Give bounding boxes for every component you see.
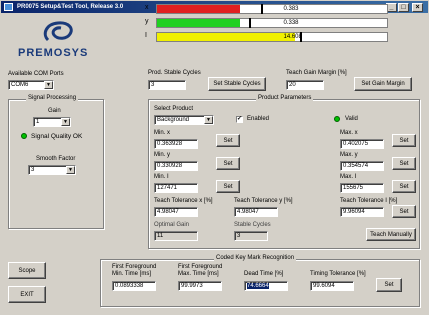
prod-stable-label: Prod. Stable Cycles bbox=[148, 70, 201, 76]
max-y-label: Max. y bbox=[340, 152, 358, 158]
gain-label: Gain bbox=[48, 108, 61, 114]
dead-time-label: Dead Time [%] bbox=[244, 271, 284, 277]
gain-select[interactable]: 1 ▼ bbox=[33, 117, 71, 127]
timing-tolerance-input[interactable]: 99.6094 bbox=[310, 281, 354, 291]
teach-manually-button[interactable]: Teach Manually bbox=[366, 228, 416, 241]
signal-quality-led-icon bbox=[21, 133, 27, 139]
bar-y-fill bbox=[157, 19, 240, 27]
signal-quality-text: Signal Quality OK bbox=[31, 133, 83, 140]
teach-gain-label: Teach Gain Margin [%] bbox=[286, 70, 347, 76]
stable-cycles-label: Stable Cycles bbox=[234, 222, 271, 228]
set-min-y-button[interactable]: Set bbox=[216, 157, 240, 170]
bar-x-marker bbox=[260, 4, 263, 14]
smooth-factor-label: Smooth Factor bbox=[36, 156, 76, 162]
window-title: PR0075 Setup&Test Tool, Release 3.0 bbox=[17, 4, 124, 10]
tol-x-input[interactable]: 4.98047 bbox=[154, 207, 198, 217]
bar-y-marker bbox=[249, 18, 251, 28]
chevron-down-icon[interactable]: ▼ bbox=[66, 166, 75, 174]
first-fg-max-label: First Foreground bbox=[178, 264, 223, 270]
first-fg-max-input[interactable]: 99.9973 bbox=[178, 281, 222, 291]
max-y-input[interactable]: 0.354574 bbox=[340, 161, 384, 171]
maximize-button[interactable]: □ bbox=[398, 3, 409, 12]
dead-time-input[interactable]: 74.6664 bbox=[244, 281, 288, 291]
max-x-label: Max. x bbox=[340, 130, 358, 136]
scope-button[interactable]: Scope bbox=[8, 262, 46, 279]
select-product-label: Select Product bbox=[154, 106, 194, 112]
max-x-input[interactable]: 0.402075 bbox=[340, 139, 384, 149]
timing-tolerance-label: Timing Tolerance [%] bbox=[310, 271, 366, 277]
valid-label: Valid bbox=[345, 116, 358, 122]
bar-y-value: 0.338 bbox=[283, 20, 299, 26]
min-y-label: Min. y bbox=[154, 152, 171, 158]
tol-i-label: Teach Tolerance I [%] bbox=[340, 198, 398, 204]
max-i-label: Max. I bbox=[340, 174, 357, 180]
set-min-i-button[interactable]: Set bbox=[216, 180, 240, 193]
min-y-input[interactable]: 0.330928 bbox=[154, 161, 198, 171]
premosys-logo-icon bbox=[43, 21, 73, 42]
set-max-i-button[interactable]: Set bbox=[392, 180, 416, 193]
keymark-caption: Coded Key Mark Recognition bbox=[214, 255, 297, 261]
bar-i-fill bbox=[157, 33, 295, 41]
tol-i-input[interactable]: 9.96094 bbox=[340, 207, 384, 217]
bar-x: 0.383 bbox=[156, 4, 388, 14]
min-x-label: Min. x bbox=[154, 130, 171, 136]
smooth-factor-select[interactable]: 3 ▼ bbox=[28, 165, 76, 175]
bar-i-label: I bbox=[145, 32, 147, 39]
bar-x-label: x bbox=[145, 4, 149, 11]
set-min-x-button[interactable]: Set bbox=[216, 134, 240, 147]
product-parameters-caption: Product Parameters bbox=[256, 95, 314, 101]
min-i-input[interactable]: 127471 bbox=[154, 183, 198, 193]
first-fg-max-sub: Max. Time [ms] bbox=[178, 271, 219, 277]
tol-y-label: Teach Tolerance y [%] bbox=[234, 198, 293, 204]
stable-cycles-value: 3 bbox=[234, 231, 268, 241]
chevron-down-icon[interactable]: ▼ bbox=[44, 81, 53, 89]
smooth-factor-value: 3 bbox=[31, 167, 35, 173]
set-keymark-button[interactable]: Set bbox=[376, 278, 402, 292]
set-tolerance-button[interactable]: Set bbox=[392, 205, 416, 218]
com-ports-label: Available COM Ports bbox=[8, 71, 64, 77]
min-x-input[interactable]: 0.363928 bbox=[154, 139, 198, 149]
main-window: PR0075 Setup&Test Tool, Release 3.0 _ □ … bbox=[0, 0, 429, 315]
select-product-dropdown[interactable]: Background ▼ bbox=[154, 115, 214, 125]
bar-y-label: y bbox=[145, 18, 149, 25]
bar-i-value: 14.608 bbox=[283, 34, 302, 40]
prod-stable-input[interactable]: 3 bbox=[148, 80, 186, 90]
enabled-checkbox[interactable]: ✓ bbox=[236, 116, 243, 123]
com-port-value: COM6 bbox=[11, 82, 29, 88]
app-icon bbox=[4, 3, 13, 11]
bar-x-value: 0.383 bbox=[283, 6, 299, 12]
bar-y: 0.338 bbox=[156, 18, 388, 28]
set-max-x-button[interactable]: Set bbox=[392, 134, 416, 147]
signal-processing-caption: Signal Processing bbox=[26, 95, 79, 101]
first-fg-min-input[interactable]: 0.0893338 bbox=[112, 281, 156, 291]
tol-x-label: Teach Tolerance x [%] bbox=[154, 198, 213, 204]
tol-y-input[interactable]: 4.98047 bbox=[234, 207, 278, 217]
close-button[interactable]: × bbox=[412, 3, 423, 12]
com-port-select[interactable]: COM6 ▼ bbox=[8, 80, 54, 90]
bar-i: 14.608 bbox=[156, 32, 388, 42]
first-fg-min-sub: Min. Time [ms] bbox=[112, 271, 152, 277]
set-stable-cycles-button[interactable]: Set Stable Cycles bbox=[208, 77, 266, 91]
set-gain-margin-button[interactable]: Set Gain Margin bbox=[354, 77, 412, 91]
set-max-y-button[interactable]: Set bbox=[392, 157, 416, 170]
logo-text: PREMOSYS bbox=[18, 47, 89, 59]
gain-value: 1 bbox=[36, 119, 40, 125]
exit-button[interactable]: EXIT bbox=[8, 286, 46, 303]
optimal-gain-label: Optimal Gain bbox=[154, 222, 190, 228]
min-i-label: Min. I bbox=[154, 174, 169, 180]
dead-time-value: 74.6664 bbox=[247, 283, 269, 289]
enabled-label: Enabled bbox=[247, 116, 270, 122]
valid-led-icon bbox=[334, 116, 340, 122]
teach-gain-input[interactable]: 20 bbox=[286, 80, 324, 90]
select-product-value: Background bbox=[157, 117, 190, 123]
chevron-down-icon[interactable]: ▼ bbox=[204, 116, 213, 124]
max-i-input[interactable]: 155675 bbox=[340, 183, 384, 193]
chevron-down-icon[interactable]: ▼ bbox=[61, 118, 70, 126]
bar-x-fill bbox=[157, 5, 240, 13]
optimal-gain-value: 11 bbox=[154, 231, 198, 241]
first-fg-min-label: First Foreground bbox=[112, 264, 157, 270]
